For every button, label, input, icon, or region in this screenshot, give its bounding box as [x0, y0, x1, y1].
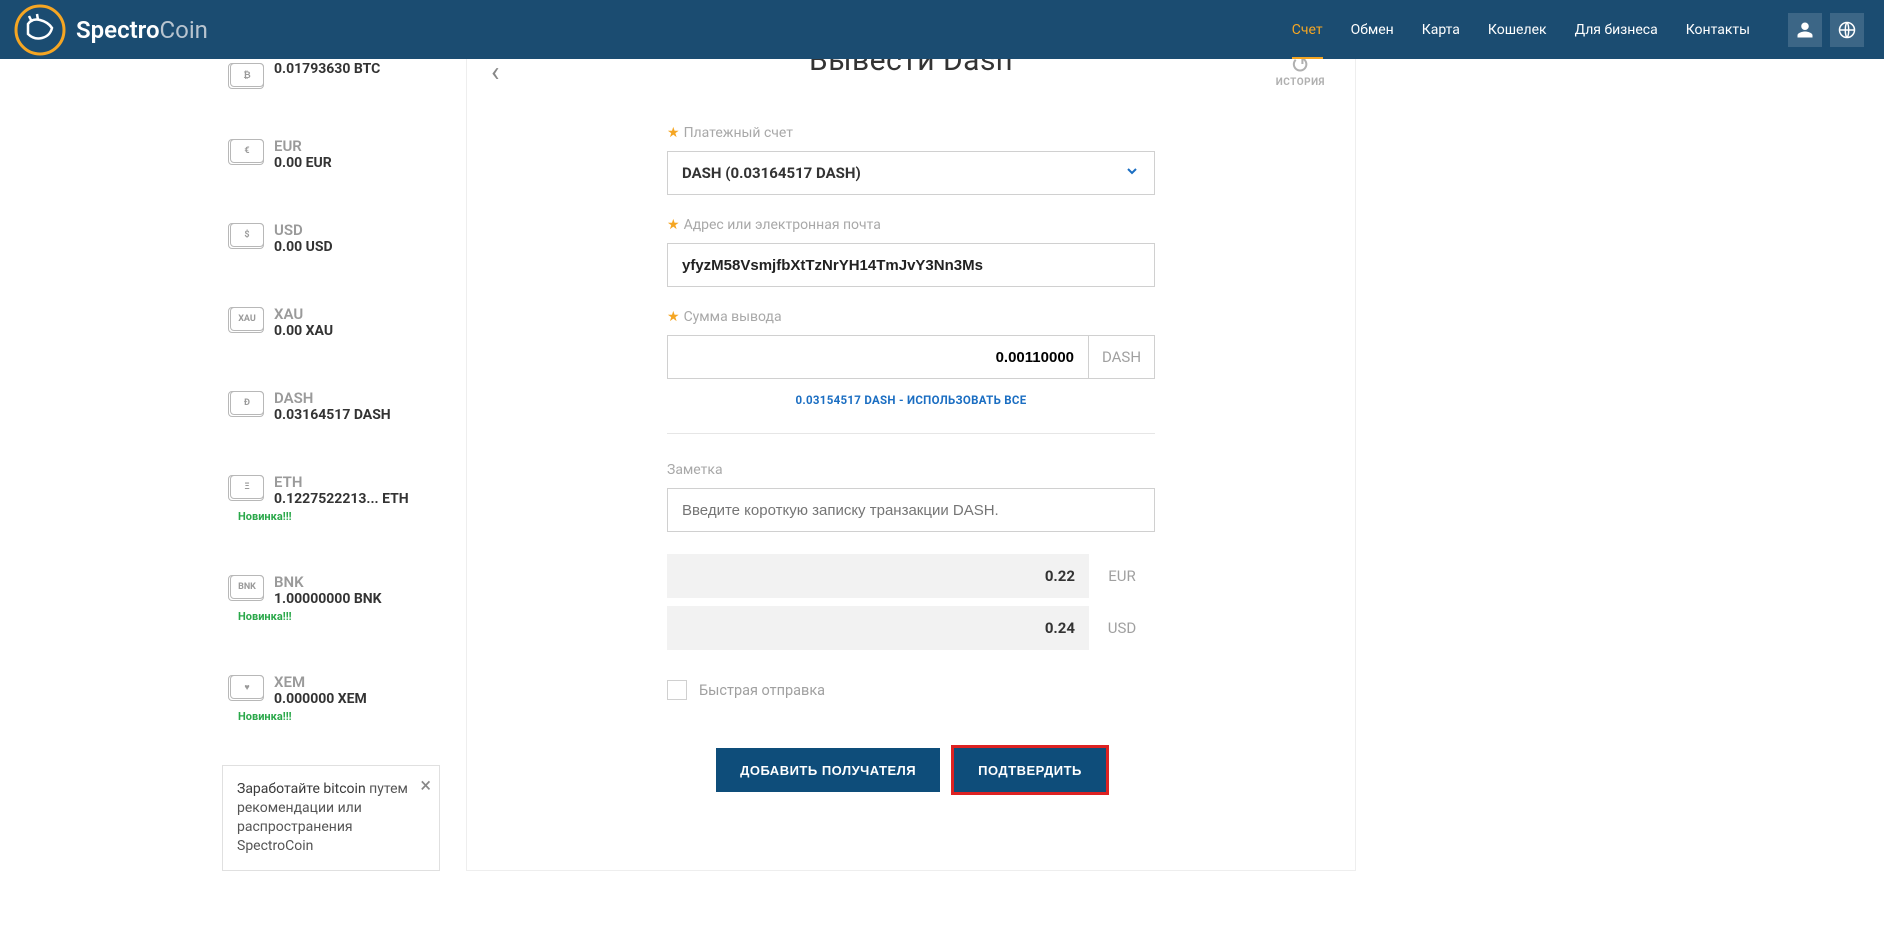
wallet-currency: DASH	[274, 389, 391, 407]
note-label: Заметка	[667, 462, 1155, 478]
account-select[interactable]: DASH (0.03164517 DASH)	[667, 151, 1155, 195]
globe-icon[interactable]	[1830, 13, 1864, 47]
wallet-balance: 1.00000000 BNK	[274, 591, 382, 607]
new-badge: Новинка!!!	[238, 510, 430, 523]
wallet-eur[interactable]: € EUR 0.00 EUR	[222, 129, 440, 179]
wallet-sidebar: ₿ 0.01793630 BTC € EUR 0.00 EUR $ USD 0.…	[222, 59, 440, 871]
nav-wallet[interactable]: Кошелек	[1488, 22, 1547, 38]
top-header: SpectroCoin Счет Обмен Карта Кошелек Для…	[0, 0, 1884, 59]
wallet-balance: 0.01793630 BTC	[274, 61, 380, 77]
nav-card[interactable]: Карта	[1422, 22, 1460, 38]
back-icon[interactable]: ‹	[491, 59, 499, 88]
wallet-dash[interactable]: Đ DASH 0.03164517 DASH	[222, 381, 440, 431]
conversion-unit: EUR	[1089, 554, 1155, 598]
wallet-currency: ETH	[274, 473, 409, 491]
conversion-usd: 0.24 USD	[667, 606, 1155, 650]
wallet-icon: XAU	[230, 307, 264, 331]
history-label: ИСТОРИЯ	[1276, 77, 1325, 88]
amount-label: ★Сумма вывода	[667, 309, 1155, 325]
fast-send-label: Быстрая отправка	[699, 682, 825, 699]
wallet-xau[interactable]: XAU XAU 0.00 XAU	[222, 297, 440, 347]
wallet-currency: USD	[274, 221, 333, 239]
conversion-value: 0.24	[667, 606, 1089, 650]
amount-input[interactable]	[667, 335, 1089, 379]
wallet-eth[interactable]: Ξ ETH 0.1227522213... ETH Новинка!!!	[222, 465, 440, 531]
amount-unit: DASH	[1089, 335, 1155, 379]
wallet-icon: Đ	[230, 391, 264, 415]
main-panel: ‹ Вывести Dash ↺ ИСТОРИЯ ★Платежный счет…	[466, 59, 1356, 871]
address-label: ★Адрес или электронная почта	[667, 217, 1155, 233]
wallet-usd[interactable]: $ USD 0.00 USD	[222, 213, 440, 263]
wallet-balance: 0.00 EUR	[274, 155, 332, 171]
wallet-icon: €	[230, 139, 264, 163]
wallet-currency: EUR	[274, 137, 332, 155]
wallet-currency: BNK	[274, 573, 382, 591]
conversion-eur: 0.22 EUR	[667, 554, 1155, 598]
wallet-icon: Ξ	[230, 475, 264, 499]
conversion-unit: USD	[1089, 606, 1155, 650]
new-badge: Новинка!!!	[238, 610, 430, 623]
promo-box: × Заработайте bitcoin путем рекомендации…	[222, 765, 440, 871]
nav-business[interactable]: Для бизнеса	[1575, 22, 1658, 38]
close-icon[interactable]: ×	[420, 772, 431, 799]
wallet-currency: XAU	[274, 305, 333, 323]
logo[interactable]: SpectroCoin	[14, 4, 208, 56]
nav-exchange[interactable]: Обмен	[1351, 22, 1394, 38]
new-badge: Новинка!!!	[238, 710, 430, 723]
logo-text: SpectroCoin	[76, 16, 208, 44]
wallet-balance: 0.000000 XEM	[274, 691, 367, 707]
wallet-icon: BNK	[230, 575, 264, 599]
chevron-down-icon	[1124, 163, 1140, 183]
wallet-xem[interactable]: ♥ XEM 0.000000 XEM Новинка!!!	[222, 665, 440, 731]
add-recipient-button[interactable]: ДОБАВИТЬ ПОЛУЧАТЕЛЯ	[716, 748, 940, 792]
wallet-currency: XEM	[274, 673, 367, 691]
wallet-balance: 0.00 XAU	[274, 323, 333, 339]
nav-contacts[interactable]: Контакты	[1686, 22, 1750, 38]
wallet-btc[interactable]: ₿ 0.01793630 BTC	[222, 59, 440, 95]
account-value: DASH (0.03164517 DASH)	[682, 164, 861, 182]
use-all-link[interactable]: 0.03154517 DASH - ИСПОЛЬЗОВАТЬ ВСЕ	[667, 379, 1155, 434]
account-label: ★Платежный счет	[667, 125, 1155, 141]
page-title: Вывести Dash	[809, 59, 1013, 78]
fast-send-checkbox[interactable]	[667, 680, 687, 700]
promo-title: Заработайте bitcoin	[237, 781, 366, 797]
history-link[interactable]: ↺ ИСТОРИЯ	[1276, 59, 1325, 88]
wallet-icon: ₿	[230, 63, 264, 87]
wallet-balance: 0.1227522213... ETH	[274, 491, 409, 507]
wallet-icon: $	[230, 223, 264, 247]
wallet-balance: 0.00 USD	[274, 239, 333, 255]
address-input[interactable]	[667, 243, 1155, 287]
wallet-balance: 0.03164517 DASH	[274, 407, 391, 423]
conversion-value: 0.22	[667, 554, 1089, 598]
note-input[interactable]	[667, 488, 1155, 532]
main-nav: Счет Обмен Карта Кошелек Для бизнеса Кон…	[1292, 13, 1864, 47]
nav-account[interactable]: Счет	[1292, 22, 1323, 38]
withdraw-form: ★Платежный счет DASH (0.03164517 DASH) ★…	[467, 95, 1355, 792]
history-icon: ↺	[1276, 59, 1325, 77]
logo-icon	[14, 4, 66, 56]
confirm-button[interactable]: ПОДТВЕРДИТЬ	[954, 748, 1106, 792]
wallet-icon: ♥	[230, 675, 264, 699]
user-icon[interactable]	[1788, 13, 1822, 47]
wallet-bnk[interactable]: BNK BNK 1.00000000 BNK Новинка!!!	[222, 565, 440, 631]
